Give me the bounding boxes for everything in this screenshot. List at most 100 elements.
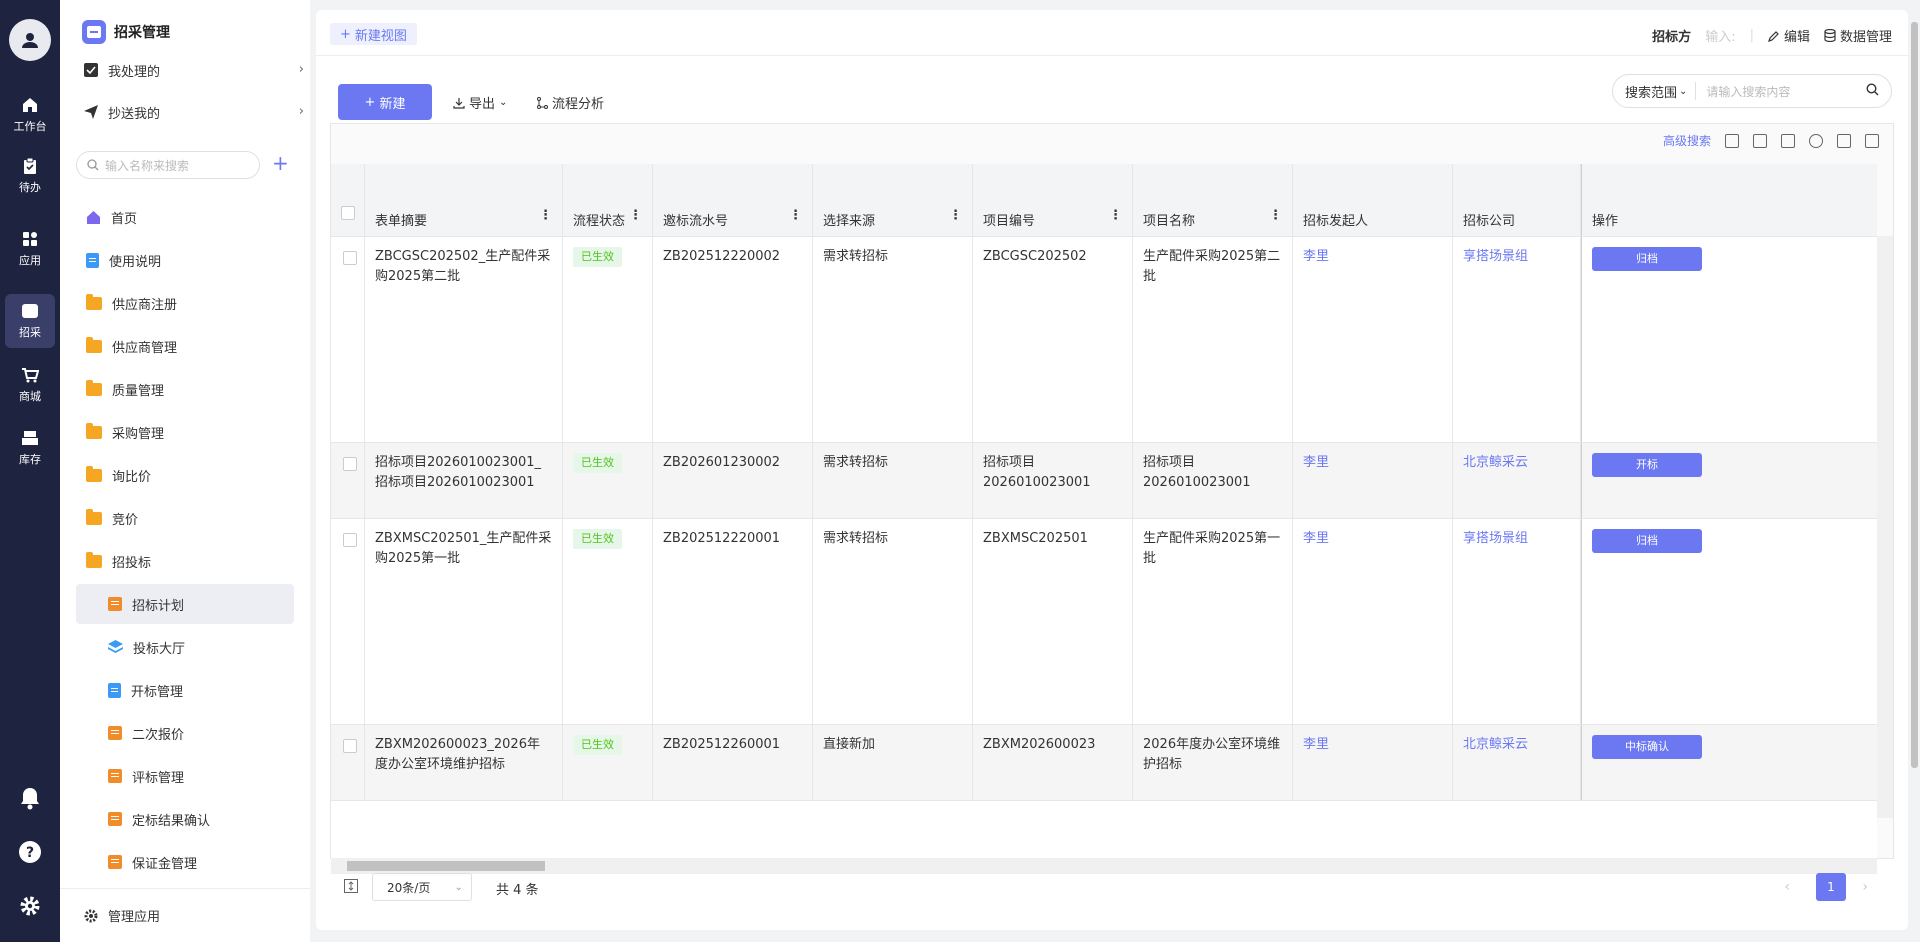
total-count: 共 4 条 bbox=[496, 883, 539, 898]
archive-button[interactable]: 归档 bbox=[1592, 529, 1702, 553]
data-manage-button[interactable]: 数据管理 bbox=[1824, 26, 1892, 45]
nav-award-confirm[interactable]: 定标结果确认 bbox=[76, 799, 294, 839]
cell-initiator-link[interactable]: 李里 bbox=[1293, 443, 1453, 518]
export-button[interactable]: 导出 ⌄ bbox=[453, 93, 507, 112]
table-header: 表单摘要 ⋮ 流程状态 ⋮ 邀标流水号 ⋮ 选择来源 ⋮ 项目编号 ⋮ 项目名称 ⋮ 招标发… bbox=[331, 164, 1877, 236]
col-status[interactable]: 流程状态 ⋮ bbox=[563, 164, 653, 236]
table-row[interactable]: ZBXMSC202501_生产配件采购2025第一批 已生效 ZB2025122… bbox=[331, 518, 1877, 724]
search-icon[interactable] bbox=[1866, 83, 1891, 99]
col-initiator[interactable]: 招标发起人 bbox=[1293, 164, 1453, 236]
nav-usage-guide[interactable]: 使用说明 bbox=[76, 240, 294, 280]
search-bar: 搜索范围 ⌄ 请输入搜索内容 bbox=[1612, 74, 1892, 108]
archive-button[interactable]: 归档 bbox=[1592, 247, 1702, 271]
select-all-checkbox[interactable] bbox=[341, 206, 355, 220]
row-checkbox[interactable] bbox=[343, 739, 357, 753]
keyboard-icon[interactable] bbox=[1837, 133, 1851, 148]
scope-label: 搜索范围 bbox=[1625, 85, 1678, 101]
table-vertical-scrollbar[interactable] bbox=[1877, 236, 1893, 818]
column-menu-icon[interactable]: ⋮ bbox=[539, 208, 552, 223]
cell-initiator-link[interactable]: 李里 bbox=[1293, 725, 1453, 800]
column-menu-icon[interactable]: ⋮ bbox=[949, 208, 962, 223]
rail-item-apps[interactable]: 应用 bbox=[0, 222, 60, 276]
row-checkbox[interactable] bbox=[343, 533, 357, 547]
settings-button[interactable] bbox=[0, 895, 60, 917]
col-project-name[interactable]: 项目名称 ⋮ bbox=[1133, 164, 1293, 236]
nav-inquiry[interactable]: 询比价 bbox=[76, 455, 294, 495]
cell-source: 需求转招标 bbox=[813, 237, 973, 442]
nav-bid-hall[interactable]: 投标大厅 bbox=[76, 627, 294, 667]
refresh-icon[interactable] bbox=[1809, 133, 1823, 148]
edit-button[interactable]: 编辑 bbox=[1768, 26, 1810, 45]
cell-summary: ZBXM202600023_2026年度办公室环境维护招标 bbox=[365, 725, 563, 800]
table-row[interactable]: ZBCGSC202502_生产配件采购2025第二批 已生效 ZB2025122… bbox=[331, 236, 1877, 442]
col-source[interactable]: 选择来源 ⋮ bbox=[813, 164, 973, 236]
rail-item-todo[interactable]: 待办 bbox=[0, 149, 60, 203]
cell-company-link[interactable]: 享搭场景组 bbox=[1453, 237, 1581, 442]
manage-app-button[interactable]: 管理应用 bbox=[60, 888, 310, 942]
nav-supplier-register[interactable]: 供应商注册 bbox=[76, 283, 294, 323]
help-button[interactable]: ? bbox=[0, 840, 60, 864]
page-scrollbar[interactable] bbox=[1908, 0, 1920, 942]
add-menu-button[interactable]: + bbox=[272, 153, 289, 173]
quick-my-handled[interactable]: 我处理的 › bbox=[84, 52, 344, 88]
column-menu-icon[interactable]: ⋮ bbox=[1269, 208, 1282, 223]
row-checkbox[interactable] bbox=[343, 457, 357, 471]
cell-initiator-link[interactable]: 李里 bbox=[1293, 519, 1453, 724]
column-menu-icon[interactable]: ⋮ bbox=[789, 208, 802, 223]
table-row[interactable]: 招标项目2026010023001_招标项目2026010023001 已生效 … bbox=[331, 442, 1877, 518]
row-height-icon[interactable] bbox=[344, 879, 358, 893]
col-serial[interactable]: 邀标流水号 ⋮ bbox=[653, 164, 813, 236]
user-avatar[interactable] bbox=[9, 19, 51, 61]
column-menu-icon[interactable]: ⋮ bbox=[1109, 208, 1122, 223]
notification-button[interactable] bbox=[0, 786, 60, 810]
rail-item-inventory[interactable]: 库存 bbox=[0, 421, 60, 475]
next-page-button[interactable]: › bbox=[1862, 879, 1868, 895]
flow-analysis-button[interactable]: 流程分析 bbox=[536, 93, 604, 112]
nav-second-quote[interactable]: 二次报价 bbox=[76, 713, 294, 753]
export-file-icon[interactable] bbox=[1725, 133, 1739, 148]
cell-company-link[interactable]: 北京鲸采云 bbox=[1453, 725, 1581, 800]
col-company[interactable]: 招标公司 bbox=[1453, 164, 1581, 236]
rail-item-mall[interactable]: 商城 bbox=[0, 358, 60, 412]
filter-icon[interactable] bbox=[1753, 133, 1767, 148]
nav-deposit[interactable]: 保证金管理 bbox=[76, 842, 294, 882]
row-checkbox[interactable] bbox=[343, 251, 357, 265]
page-scroll-thumb[interactable] bbox=[1911, 22, 1918, 768]
nav-purchase[interactable]: 采购管理 bbox=[76, 412, 294, 452]
nav-tender-plan[interactable]: 招标计划 bbox=[76, 584, 294, 624]
new-record-button[interactable]: + 新建 bbox=[338, 84, 432, 120]
rail-item-srm[interactable]: 招采 bbox=[5, 294, 55, 348]
document-icon bbox=[108, 682, 121, 698]
nav-tender[interactable]: 招投标 bbox=[76, 541, 294, 581]
search-scope-select[interactable]: 搜索范围 ⌄ bbox=[1613, 82, 1697, 101]
nav-bidding[interactable]: 竞价 bbox=[76, 498, 294, 538]
rail-item-workbench[interactable]: 工作台 bbox=[0, 88, 60, 142]
table-row[interactable]: ZBXM202600023_2026年度办公室环境维护招标 已生效 ZB2025… bbox=[331, 724, 1877, 800]
fullscreen-icon[interactable] bbox=[1865, 133, 1879, 148]
input-hint[interactable]: 输入: bbox=[1705, 26, 1735, 45]
prev-page-button[interactable]: ‹ bbox=[1784, 879, 1790, 895]
sort-icon[interactable] bbox=[1781, 133, 1795, 148]
cell-company-link[interactable]: 享搭场景组 bbox=[1453, 519, 1581, 724]
nav-quality[interactable]: 质量管理 bbox=[76, 369, 294, 409]
sidebar-search-input[interactable]: 输入名称来搜索 bbox=[76, 151, 260, 179]
cell-initiator-link[interactable]: 李里 bbox=[1293, 237, 1453, 442]
nav-home[interactable]: 首页 bbox=[76, 197, 294, 237]
folder-icon bbox=[86, 422, 102, 439]
award-confirm-button[interactable]: 中标确认 bbox=[1592, 735, 1702, 759]
open-bid-button[interactable]: 开标 bbox=[1592, 453, 1702, 477]
current-page-button[interactable]: 1 bbox=[1816, 873, 1846, 901]
column-menu-icon[interactable]: ⋮ bbox=[629, 208, 642, 223]
col-summary[interactable]: 表单摘要 ⋮ bbox=[365, 164, 563, 236]
search-input[interactable]: 请输入搜索内容 bbox=[1696, 83, 1866, 100]
col-project-code[interactable]: 项目编号 ⋮ bbox=[973, 164, 1133, 236]
nav-bid-opening[interactable]: 开标管理 bbox=[76, 670, 294, 710]
nav-supplier-manage[interactable]: 供应商管理 bbox=[76, 326, 294, 366]
nav-label: 竞价 bbox=[112, 512, 139, 528]
page-size-select[interactable]: 20条/页 ⌄ bbox=[372, 873, 472, 901]
new-view-button[interactable]: + 新建视图 bbox=[330, 23, 417, 45]
cell-company-link[interactable]: 北京鲸采云 bbox=[1453, 443, 1581, 518]
nav-evaluation[interactable]: 评标管理 bbox=[76, 756, 294, 796]
advanced-search-link[interactable]: 高级搜索 bbox=[1663, 132, 1711, 149]
quick-cc-me[interactable]: 抄送我的 › bbox=[84, 94, 344, 130]
